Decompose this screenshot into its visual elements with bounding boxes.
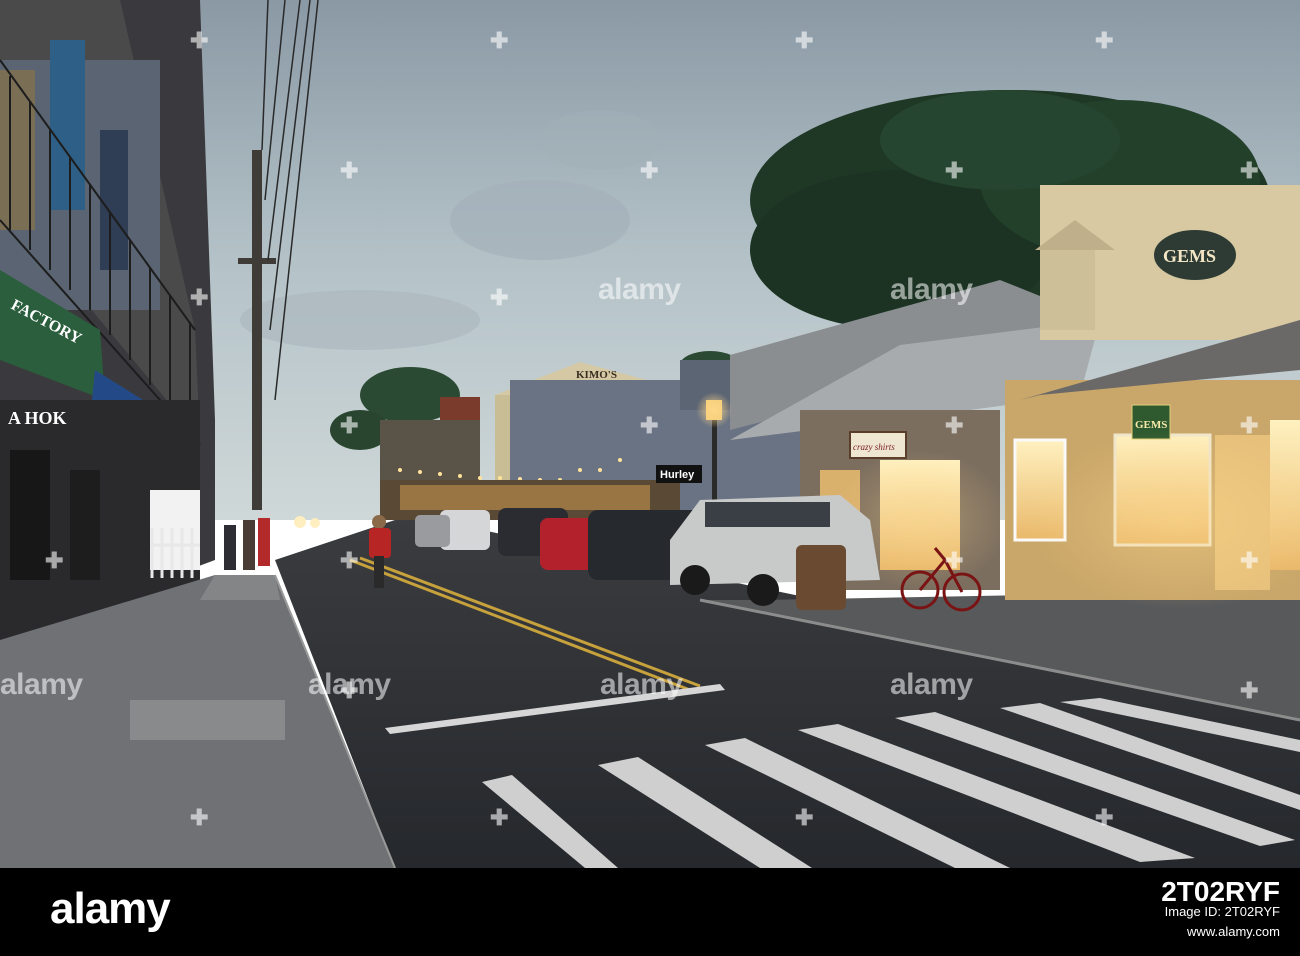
cloud [450,180,630,260]
crazy-shirts-sign: crazy shirts [853,442,895,452]
image-id-line: Image ID: 2T02RYF [1164,904,1280,919]
site-url: www.alamy.com [1187,924,1280,939]
cloud [540,110,660,170]
barrel [796,545,846,610]
gems-small-sign: GEMS [1135,419,1167,431]
stock-info-bar: alamy 2T02RYF Image ID: 2T02RYF www.alam… [0,868,1300,956]
kimos-sign: KIMO'S [576,369,617,381]
image-info: 2T02RYF Image ID: 2T02RYF www.alamy.com [1161,876,1280,942]
utility-pole [252,150,262,510]
headlight [294,516,306,528]
cloud [240,290,480,350]
image-id: 2T02RYF [1161,876,1280,907]
pole-crossarm [238,258,276,264]
hurley-sign: Hurley [660,469,695,481]
alamy-logo: alamy [50,884,171,933]
hoku-sign: A HOK [8,408,67,428]
gems-sign: GEMS [1163,246,1216,266]
street-photo: FACTORY A HOK KIMO'S Hurley crazy shirts… [0,0,1300,868]
headlight [310,518,320,528]
pedestrians [224,518,270,570]
